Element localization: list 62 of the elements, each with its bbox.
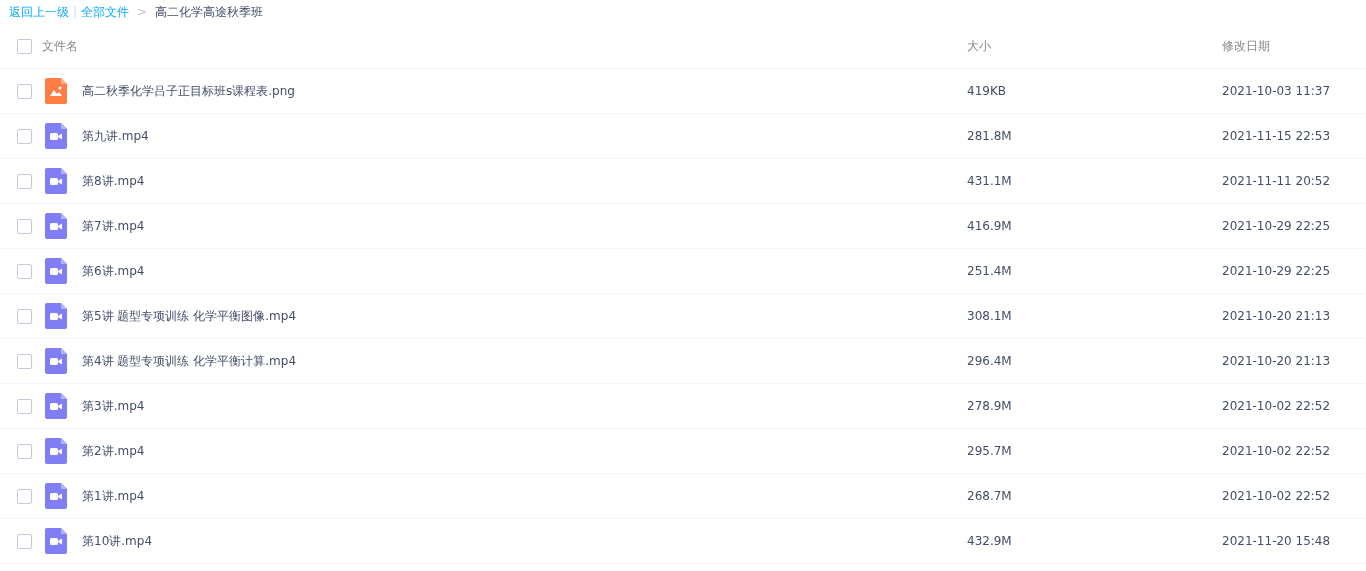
modified-date: 2021-10-02 22:52 [1222, 399, 1331, 413]
file-size: 278.9M [967, 399, 1012, 413]
video-file-icon [45, 393, 67, 419]
file-name[interactable]: 第8讲.mp4 [82, 172, 145, 190]
file-name[interactable]: 第5讲 题型专项训练 化学平衡图像.mp4 [82, 307, 297, 325]
video-file-icon [45, 483, 67, 509]
breadcrumb-arrow: > [137, 5, 148, 19]
row-checkbox[interactable] [17, 533, 32, 549]
video-file-icon [45, 123, 67, 149]
column-header[interactable]: 大小 [967, 38, 991, 53]
row-checkbox[interactable] [17, 173, 32, 189]
video-file-icon [45, 168, 67, 194]
file-size: 416.9M [967, 219, 1012, 233]
modified-date: 2021-11-15 22:53 [1222, 129, 1331, 143]
modified-date: 2021-10-20 21:13 [1222, 354, 1331, 368]
file-name[interactable]: 第3讲.mp4 [82, 397, 145, 415]
file-name[interactable]: 第1讲.mp4 [82, 487, 145, 505]
row-checkbox[interactable] [17, 83, 32, 99]
modified-date: 2021-11-20 15:48 [1222, 534, 1331, 548]
video-file-icon [45, 303, 67, 329]
row-checkbox[interactable] [17, 218, 32, 234]
select-all-checkbox[interactable] [17, 38, 32, 54]
video-file-icon [45, 213, 67, 239]
modified-date: 2021-10-02 22:52 [1222, 444, 1331, 458]
row-checkbox[interactable] [17, 398, 32, 414]
modified-date: 2021-11-11 20:52 [1222, 174, 1331, 188]
column-header[interactable]: 文件名 [42, 37, 78, 55]
column-header[interactable]: 修改日期 [1222, 38, 1270, 53]
row-checkbox[interactable] [17, 263, 32, 279]
file-size: 308.1M [967, 309, 1012, 323]
file-name[interactable]: 第7讲.mp4 [82, 217, 145, 235]
modified-date: 2021-10-29 22:25 [1222, 264, 1331, 278]
file-size: 432.9M [967, 534, 1012, 548]
modified-date: 2021-10-20 21:13 [1222, 309, 1331, 323]
modified-date: 2021-10-29 22:25 [1222, 219, 1331, 233]
file-name[interactable]: 第九讲.mp4 [82, 127, 149, 145]
video-file-icon [45, 258, 67, 284]
file-name[interactable]: 第6讲.mp4 [82, 262, 145, 280]
row-checkbox[interactable] [17, 128, 32, 144]
file-name[interactable]: 高二秋季化学吕子正目标班s课程表.png [82, 82, 295, 100]
video-file-icon [45, 438, 67, 464]
file-name[interactable]: 第4讲 题型专项训练 化学平衡计算.mp4 [82, 352, 297, 370]
modified-date: 2021-10-02 22:52 [1222, 489, 1331, 503]
row-checkbox[interactable] [17, 488, 32, 504]
file-size: 296.4M [967, 354, 1012, 368]
video-file-icon [45, 348, 67, 374]
file-size: 419KB [967, 84, 1006, 98]
file-name[interactable]: 第10讲.mp4 [82, 532, 153, 550]
file-size: 268.7M [967, 489, 1012, 503]
file-size: 281.8M [967, 129, 1012, 143]
modified-date: 2021-10-03 11:37 [1222, 84, 1331, 98]
file-size: 431.1M [967, 174, 1012, 188]
file-name[interactable]: 第2讲.mp4 [82, 442, 145, 460]
video-file-icon [45, 528, 67, 554]
row-checkbox[interactable] [17, 443, 32, 459]
row-checkbox[interactable] [17, 308, 32, 324]
image-file-icon [45, 78, 67, 104]
separator: | [73, 5, 78, 19]
file-size: 251.4M [967, 264, 1012, 278]
file-size: 295.7M [967, 444, 1012, 458]
row-checkbox[interactable] [17, 353, 32, 369]
current-folder: 高二化学高途秋季班 [155, 3, 264, 21]
